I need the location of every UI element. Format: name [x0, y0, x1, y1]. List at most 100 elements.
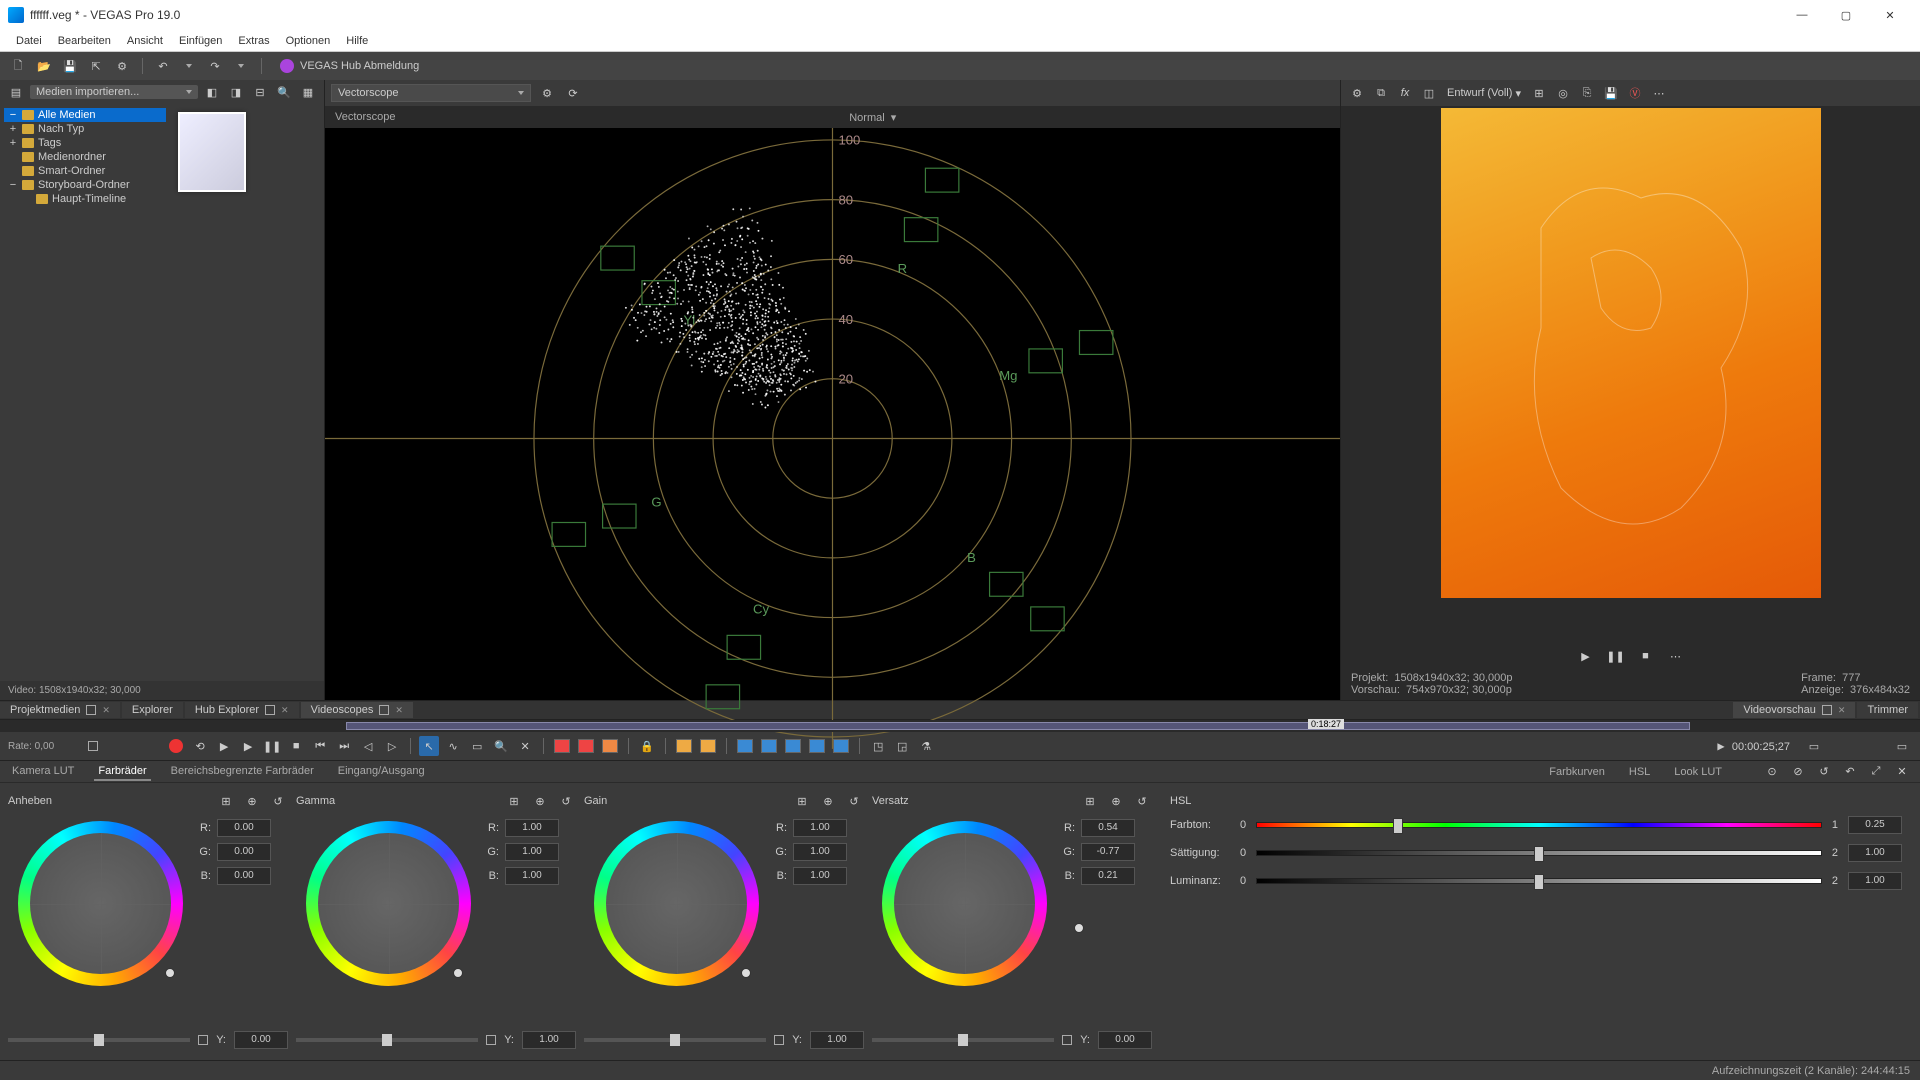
g-value[interactable]: 0.00 — [217, 843, 271, 861]
import-media-button[interactable]: Medien importieren... — [30, 85, 198, 99]
y-reset-icon[interactable] — [198, 1035, 208, 1045]
hsl-slider[interactable] — [1256, 822, 1822, 828]
color-reset-icon[interactable]: ↺ — [1814, 762, 1834, 782]
tree-item[interactable]: −Alle Medien — [4, 108, 166, 122]
tab-pin-icon[interactable] — [86, 705, 96, 715]
timecode-opts-icon[interactable]: ▭ — [1804, 736, 1824, 756]
preview-quality-dropdown[interactable]: Entwurf (Voll) ▾ — [1443, 83, 1525, 103]
menu-bearbeiten[interactable]: Bearbeiten — [50, 33, 119, 49]
scope-refresh-icon[interactable]: ⟳ — [563, 83, 583, 103]
rate-reset-icon[interactable] — [88, 741, 98, 751]
tab-pin-icon[interactable] — [1822, 705, 1832, 715]
preview-save-icon[interactable]: 💾 — [1601, 83, 1621, 103]
timecode-display[interactable]: ▶ 00:00:25;27 — [1707, 739, 1800, 753]
wheel-handle[interactable] — [165, 968, 175, 978]
wheel-reset-icon[interactable]: ↺ — [556, 791, 576, 811]
menu-ansicht[interactable]: Ansicht — [119, 33, 171, 49]
r-value[interactable]: 0.00 — [217, 819, 271, 837]
wheel-target-icon[interactable]: ⊕ — [818, 791, 838, 811]
maximize-timeline-icon[interactable]: ▭ — [1892, 736, 1912, 756]
wheel-target-icon[interactable]: ⊕ — [242, 791, 262, 811]
wheel-view-icon[interactable]: ⊞ — [216, 791, 236, 811]
preview-grid-icon[interactable]: ⊞ — [1529, 83, 1549, 103]
color-close-icon[interactable]: ✕ — [1892, 762, 1912, 782]
hub-status[interactable]: VEGAS Hub Abmeldung — [280, 59, 419, 73]
wheel-view-icon[interactable]: ⊞ — [792, 791, 812, 811]
y-value[interactable]: 1.00 — [522, 1031, 576, 1049]
wheel-handle[interactable] — [741, 968, 751, 978]
preview-external-icon[interactable]: ⧉ — [1371, 83, 1391, 103]
color-wheel[interactable] — [296, 811, 481, 996]
scope-selector[interactable]: Vectorscope — [331, 84, 531, 102]
b-value[interactable]: 0.21 — [1081, 867, 1135, 885]
preview-stop-icon[interactable]: ■ — [1636, 646, 1656, 666]
search-icon[interactable]: 🔍 — [274, 82, 294, 102]
wheel-reset-icon[interactable]: ↺ — [844, 791, 864, 811]
color-expand-icon[interactable]: ⤢ — [1866, 762, 1886, 782]
pause-icon[interactable]: ❚❚ — [262, 736, 282, 756]
y-slider[interactable] — [296, 1038, 478, 1042]
menu-hilfe[interactable]: Hilfe — [338, 33, 376, 49]
new-icon[interactable]: 🗋 — [8, 56, 28, 76]
expand-icon[interactable]: + — [8, 137, 18, 149]
y-value[interactable]: 0.00 — [234, 1031, 288, 1049]
render-icon[interactable]: ⇱ — [86, 56, 106, 76]
media-icon[interactable]: ▤ — [6, 82, 26, 102]
undo-dropdown-icon[interactable] — [179, 56, 199, 76]
tab-close-icon[interactable]: ✕ — [102, 705, 110, 716]
tree-item[interactable]: Smart-Ordner — [4, 164, 166, 178]
play-start-icon[interactable]: ▶ — [214, 736, 234, 756]
media-thumbnail[interactable] — [178, 112, 246, 192]
r-value[interactable]: 0.54 — [1081, 819, 1135, 837]
tab-close-icon[interactable]: ✕ — [281, 705, 289, 716]
wheel-view-icon[interactable]: ⊞ — [1080, 791, 1100, 811]
g-value[interactable]: 1.00 — [505, 843, 559, 861]
loop-icon[interactable]: ⟲ — [190, 736, 210, 756]
get-media-icon[interactable]: ◨ — [226, 82, 246, 102]
panel-tab[interactable]: Trimmer — [1857, 702, 1918, 718]
preview-copy-icon[interactable]: ⎘ — [1577, 83, 1597, 103]
color-tab[interactable]: Eingang/Ausgang — [334, 763, 429, 781]
wheel-reset-icon[interactable]: ↺ — [1132, 791, 1152, 811]
wheel-target-icon[interactable]: ⊕ — [530, 791, 550, 811]
menu-datei[interactable]: Datei — [8, 33, 50, 49]
tree-item[interactable]: +Tags — [4, 136, 166, 150]
close-button[interactable]: ✕ — [1868, 0, 1912, 30]
tree-item[interactable]: +Nach Typ — [4, 122, 166, 136]
redo-dropdown-icon[interactable] — [231, 56, 251, 76]
panel-tab[interactable]: Hub Explorer✕ — [185, 702, 299, 718]
expand-icon[interactable]: + — [8, 123, 18, 135]
r-value[interactable]: 1.00 — [505, 819, 559, 837]
minimize-button[interactable]: — — [1780, 0, 1824, 30]
tree-item[interactable]: Haupt-Timeline — [4, 192, 166, 206]
wheel-handle[interactable] — [453, 968, 463, 978]
stop-icon[interactable]: ■ — [286, 736, 306, 756]
scope-mode-dropdown[interactable]: Normal ▾ — [849, 111, 896, 124]
color-tab[interactable]: Look LUT — [1670, 764, 1726, 780]
vectorscope-canvas[interactable]: RMgBCyGYl 20406080100 — [325, 128, 1340, 700]
timeline-strip[interactable]: 0:18:27 — [0, 720, 1920, 732]
g-value[interactable]: 1.00 — [793, 843, 847, 861]
undo-icon[interactable]: ↶ — [153, 56, 173, 76]
preview-fx-icon[interactable]: fx — [1395, 83, 1415, 103]
tab-close-icon[interactable]: ✕ — [1838, 705, 1846, 716]
remove-icon[interactable]: ⊟ — [250, 82, 270, 102]
hsl-value[interactable]: 1.00 — [1848, 872, 1902, 890]
preview-overlay-icon[interactable]: ◎ — [1553, 83, 1573, 103]
tree-item[interactable]: Medienordner — [4, 150, 166, 164]
preview-more-icon[interactable]: ⋯ — [1649, 83, 1669, 103]
b-value[interactable]: 0.00 — [217, 867, 271, 885]
menu-einfuegen[interactable]: Einfügen — [171, 33, 230, 49]
maximize-button[interactable]: ▢ — [1824, 0, 1868, 30]
preview-pause-icon[interactable]: ❚❚ — [1606, 646, 1626, 666]
preview-more-icon[interactable]: ⋯ — [1666, 646, 1686, 666]
wheel-handle[interactable] — [1074, 923, 1084, 933]
y-slider[interactable] — [8, 1038, 190, 1042]
panel-tab[interactable]: Projektmedien✕ — [0, 702, 120, 718]
r-value[interactable]: 1.00 — [793, 819, 847, 837]
properties-icon[interactable]: ⚙ — [112, 56, 132, 76]
hsl-slider[interactable] — [1256, 850, 1822, 856]
preview-play-icon[interactable]: ▶ — [1576, 646, 1596, 666]
preview-v-icon[interactable]: Ⓥ — [1625, 83, 1645, 103]
tab-close-icon[interactable]: ✕ — [395, 705, 403, 716]
